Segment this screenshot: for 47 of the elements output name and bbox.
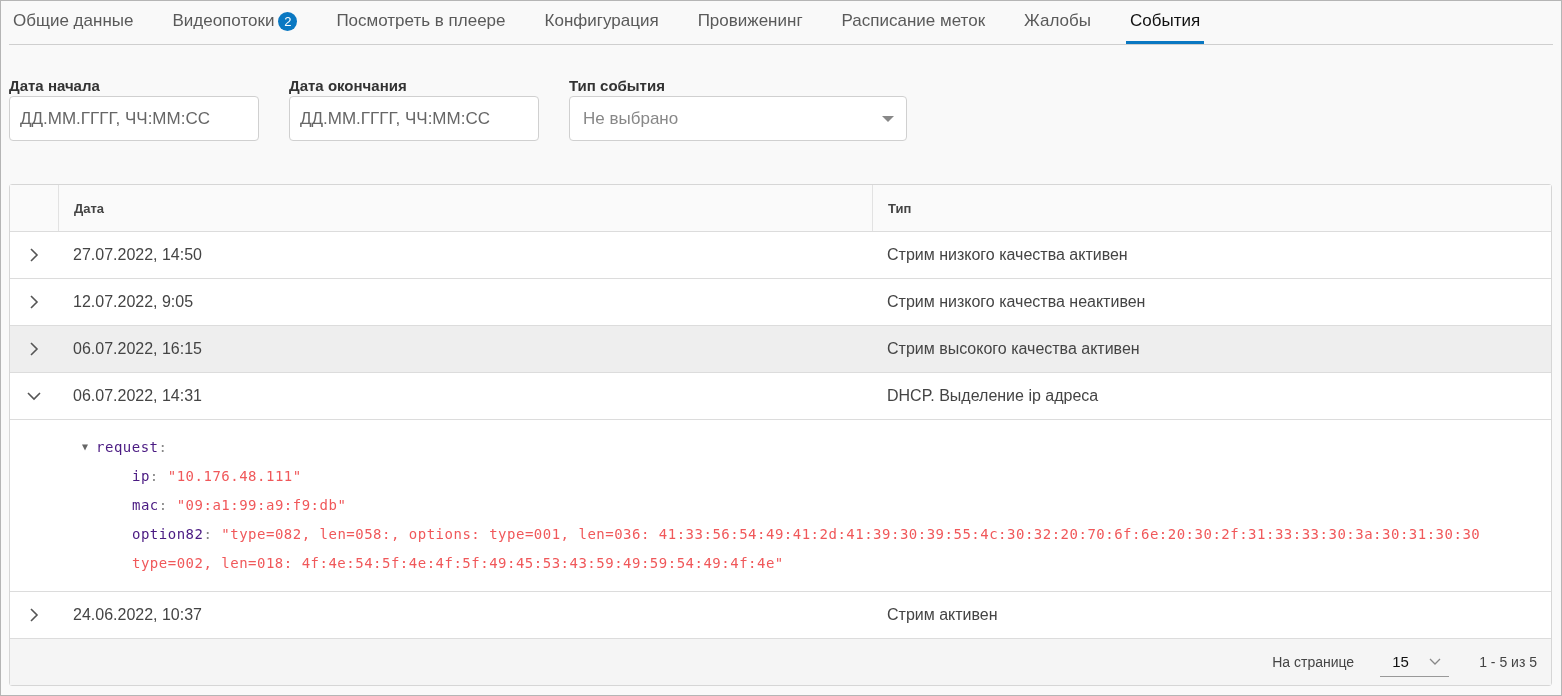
tab[interactable]: Видеопотоки 2 xyxy=(168,1,302,44)
json-value: "type=082, len=058:, options: type=001, len=036: 41:33:56:54:49:41:2d:41:39:30:39:55:4c:30:32:20:70:6f:6e:20:30:2f:31:33:33:30:3a:30:31:30:30 xyxy=(220,525,1481,542)
tab[interactable]: Расписание меток xyxy=(837,1,990,44)
tab[interactable]: Посмотреть в плеере xyxy=(332,1,510,44)
column-header: Тип xyxy=(872,185,1551,231)
date-input-field[interactable]: ДД.ММ.ГГГГ, ЧЧ:ММ:СС xyxy=(289,96,539,141)
tab[interactable]: События xyxy=(1126,1,1205,44)
json-colon: : xyxy=(158,438,168,455)
tab[interactable]: Конфигурация xyxy=(540,1,663,44)
type-cell-text: Стрим низкого качества неактивен xyxy=(886,293,1147,311)
json-value: "09:a1:99:a9:f9:db" xyxy=(175,496,347,513)
date-cell-text: 06.07.2022, 14:31 xyxy=(72,387,203,405)
date-cell-text: 06.07.2022, 16:15 xyxy=(72,340,203,358)
date-cell-text: 24.06.2022, 10:37 xyxy=(72,606,203,624)
type-cell-text: Стрим активен xyxy=(886,606,999,624)
type-cell-text: Стрим низкого качества активен xyxy=(886,246,1129,264)
field-label: Дата начала xyxy=(9,77,101,94)
json-value: "10.176.48.111" xyxy=(166,467,302,484)
field-label: Дата окончания xyxy=(289,77,408,94)
column-header: Дата xyxy=(58,185,872,231)
date-cell-text: 12.07.2022, 9:05 xyxy=(72,293,195,311)
json-key: option82 xyxy=(132,525,204,542)
json-value: type=002, len=018: 4f:4e:54:5f:4e:4f:5f:49:45:53:43:59:49:59:54:49:4f:4e" xyxy=(132,554,784,571)
page-size-label: На странице xyxy=(1272,654,1355,670)
tab[interactable]: Жалобы xyxy=(1020,1,1095,44)
json-key: mac xyxy=(132,496,159,513)
tab[interactable]: Общие данные xyxy=(9,1,138,44)
json-key: request xyxy=(96,438,159,455)
event-type-dropdown[interactable]: Не выбрано xyxy=(569,96,907,141)
count-badge: 2 xyxy=(278,11,298,31)
table-row[interactable]: 27.07.2022, 14:50 Стрим низкого качества активен xyxy=(10,232,1551,279)
tab[interactable]: Провиженинг xyxy=(693,1,807,44)
json-colon: : xyxy=(158,496,168,513)
json-key: ip xyxy=(132,467,150,484)
json-colon: : xyxy=(203,525,213,542)
table-row[interactable]: 06.07.2022, 16:15 Стрим высокого качества активен xyxy=(10,326,1551,373)
json-colon: : xyxy=(149,467,159,484)
type-cell-text: DHCP. Выделение ip адреса xyxy=(886,387,1100,405)
type-cell-text: Стрим высокого качества активен xyxy=(886,340,1141,358)
field-label: Тип события xyxy=(569,77,666,94)
page-size-dropdown[interactable]: 15 xyxy=(1380,647,1450,677)
page-range: 1 - 5 из 5 xyxy=(1479,654,1537,670)
date-input-field[interactable]: ДД.ММ.ГГГГ, ЧЧ:ММ:СС xyxy=(9,96,259,141)
table-row[interactable]: 06.07.2022, 14:31 DHCP. Выделение ip адреса xyxy=(10,373,1551,420)
dropdown-arrow-icon xyxy=(882,115,894,122)
date-cell-text: 27.07.2022, 14:50 xyxy=(72,246,203,264)
chevron-down-icon xyxy=(1429,658,1442,665)
